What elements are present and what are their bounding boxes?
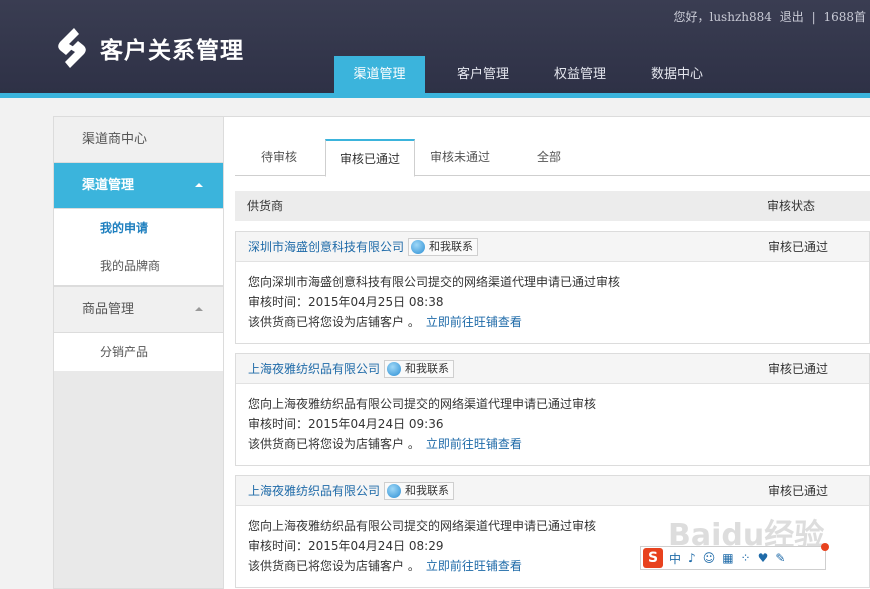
- record-note: 该供货商已将您设为店铺客户 。: [248, 559, 420, 573]
- caret-up-icon: [195, 307, 203, 311]
- record-body: 您向上海夜雅纺织品有限公司提交的网络渠道代理申请已通过审核 审核时间：2015年…: [236, 384, 869, 454]
- site-link[interactable]: 1688首: [823, 10, 866, 24]
- sidebar-item-dist-products[interactable]: 分销产品: [54, 333, 223, 371]
- caret-up-icon: [195, 183, 203, 187]
- main-nav: 渠道管理 客户管理 权益管理 数据中心: [334, 56, 730, 93]
- record-header: 上海夜雅纺织品有限公司 和我联系 审核已通过: [236, 476, 869, 506]
- nav-channel-mgmt[interactable]: 渠道管理: [334, 56, 425, 93]
- record-time: 审核时间：2015年04月25日 08:38: [248, 295, 444, 309]
- visit-shop-link[interactable]: 立即前往旺铺查看: [426, 559, 522, 573]
- voice-icon[interactable]: ☺: [703, 551, 716, 565]
- logout-link[interactable]: 退出: [780, 10, 804, 24]
- sidebar-channel-mgmt[interactable]: 渠道管理: [54, 163, 223, 209]
- nav-customer-mgmt[interactable]: 客户管理: [439, 56, 527, 93]
- separator: |: [811, 10, 816, 24]
- tab-all[interactable]: 全部: [505, 139, 593, 176]
- sidebar: 渠道商中心 渠道管理 我的申请 我的品牌商 商品管理 分销产品: [53, 116, 224, 589]
- supplier-link[interactable]: 上海夜雅纺织品有限公司: [248, 476, 380, 506]
- sidebar-channel-center[interactable]: 渠道商中心: [54, 117, 223, 163]
- ime-toolbar[interactable]: S 中 ♪ ☺ ▦ ⁘ ♥ ✎: [640, 543, 829, 570]
- contact-label: 和我联系: [429, 240, 473, 253]
- supplier-link[interactable]: 上海夜雅纺织品有限公司: [248, 354, 380, 384]
- tab-rejected[interactable]: 审核未通过: [415, 139, 505, 176]
- app-header: 客户关系管理 您好，lushzh884 退出 | 1688首 渠道管理 客户管理…: [0, 0, 870, 93]
- table-header: 供货商 审核状态: [235, 191, 870, 221]
- visit-shop-link[interactable]: 立即前往旺铺查看: [426, 437, 522, 451]
- nav-rights-mgmt[interactable]: 权益管理: [536, 56, 624, 93]
- sidebar-product-mgmt-label: 商品管理: [82, 302, 135, 317]
- keyboard-icon[interactable]: ▦: [722, 551, 733, 565]
- tab-pending[interactable]: 待审核: [235, 139, 323, 176]
- greeting-text: 您好，lushzh884: [673, 10, 772, 24]
- contact-label: 和我联系: [405, 362, 449, 375]
- record-note: 该供货商已将您设为店铺客户 。: [248, 315, 420, 329]
- sogou-icon: S: [643, 548, 663, 568]
- status-text: 审核已通过: [768, 240, 829, 254]
- record-header: 上海夜雅纺织品有限公司 和我联系 审核已通过: [236, 354, 869, 384]
- wangwang-icon: [411, 240, 425, 254]
- punctuation-icon[interactable]: ♪: [688, 551, 696, 565]
- sidebar-channel-submenu: 我的申请 我的品牌商: [54, 209, 223, 285]
- record-time: 审核时间：2015年04月24日 09:36: [248, 417, 444, 431]
- contact-label: 和我联系: [405, 484, 449, 497]
- status-text: 审核已通过: [768, 484, 829, 498]
- record-message: 您向深圳市海盛创意科技有限公司提交的网络渠道代理申请已通过审核: [248, 275, 621, 289]
- apps-icon[interactable]: ⁘: [741, 551, 751, 565]
- sidebar-item-my-brand[interactable]: 我的品牌商: [54, 247, 223, 285]
- record-message: 您向上海夜雅纺织品有限公司提交的网络渠道代理申请已通过审核: [248, 397, 597, 411]
- nav-data-center[interactable]: 数据中心: [633, 56, 721, 93]
- visit-shop-link[interactable]: 立即前往旺铺查看: [426, 315, 522, 329]
- record-header: 深圳市海盛创意科技有限公司 和我联系 审核已通过: [236, 232, 869, 262]
- chinese-mode-indicator[interactable]: 中: [669, 550, 681, 567]
- col-status: 审核状态: [767, 199, 816, 213]
- application-record: 深圳市海盛创意科技有限公司 和我联系 审核已通过 您向深圳市海盛创意科技有限公司…: [235, 231, 870, 344]
- sidebar-channel-mgmt-label: 渠道管理: [82, 178, 135, 193]
- record-note: 该供货商已将您设为店铺客户 。: [248, 437, 420, 451]
- record-body: 您向深圳市海盛创意科技有限公司提交的网络渠道代理申请已通过审核 审核时间：201…: [236, 262, 869, 332]
- col-supplier: 供货商: [247, 199, 284, 213]
- app-title: 客户关系管理: [100, 38, 244, 64]
- header-accent-bar: [0, 93, 870, 98]
- sidebar-product-mgmt[interactable]: 商品管理: [54, 287, 223, 333]
- status-text: 审核已通过: [768, 362, 829, 376]
- settings-icon[interactable]: ✎: [775, 551, 785, 565]
- app-logo[interactable]: 客户关系管理: [52, 26, 244, 70]
- logo-icon: [58, 28, 86, 68]
- application-record: 上海夜雅纺织品有限公司 和我联系 审核已通过 您向上海夜雅纺织品有限公司提交的网…: [235, 353, 870, 466]
- user-bar: 您好，lushzh884 退出 | 1688首: [673, 8, 870, 25]
- wangwang-icon: [387, 484, 401, 498]
- contact-button[interactable]: 和我联系: [384, 482, 454, 500]
- skin-icon[interactable]: ♥: [758, 551, 769, 565]
- supplier-link[interactable]: 深圳市海盛创意科技有限公司: [248, 232, 404, 262]
- status-tabs: 待审核 审核已通过 审核未通过 全部: [235, 139, 870, 177]
- contact-button[interactable]: 和我联系: [408, 238, 478, 256]
- contact-button[interactable]: 和我联系: [384, 360, 454, 378]
- sidebar-product-submenu: 分销产品: [54, 333, 223, 371]
- wangwang-icon: [387, 362, 401, 376]
- tab-approved[interactable]: 审核已通过: [325, 139, 415, 177]
- sidebar-item-my-apply[interactable]: 我的申请: [54, 209, 223, 247]
- notification-dot: [821, 543, 829, 551]
